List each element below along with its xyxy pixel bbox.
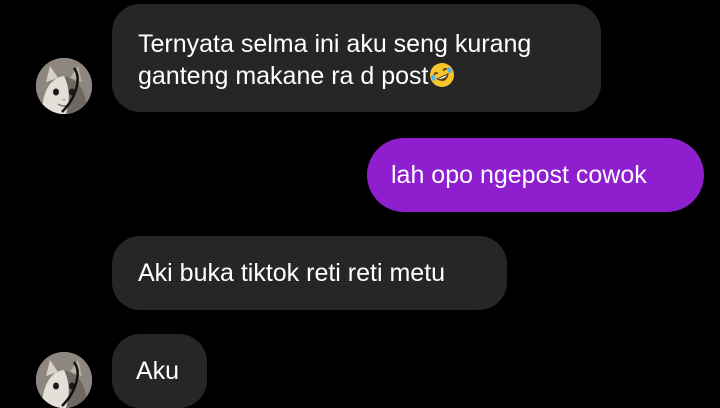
message-text: lah opo ngepost cowok [391, 161, 647, 189]
message-text: Ternyata selma ini aku seng kurang gante… [138, 30, 532, 90]
contact-avatar[interactable] [36, 352, 92, 408]
message-text: Aki buka tiktok reti reti metu [138, 259, 446, 287]
contact-avatar[interactable] [36, 58, 92, 114]
message-bubble-incoming[interactable]: Aki buka tiktok reti reti metu [112, 236, 507, 310]
message-bubble-incoming[interactable]: Aku [112, 334, 207, 408]
cat-avatar-icon [36, 58, 92, 114]
rolling-on-floor-laughing-emoji-icon [430, 63, 455, 87]
message-bubble-incoming[interactable]: Ternyata selma ini aku seng kurang gante… [112, 4, 601, 112]
message-text: Aku [136, 357, 180, 385]
message-bubble-outgoing[interactable]: lah opo ngepost cowok [367, 138, 704, 212]
cat-avatar-icon [36, 352, 92, 408]
